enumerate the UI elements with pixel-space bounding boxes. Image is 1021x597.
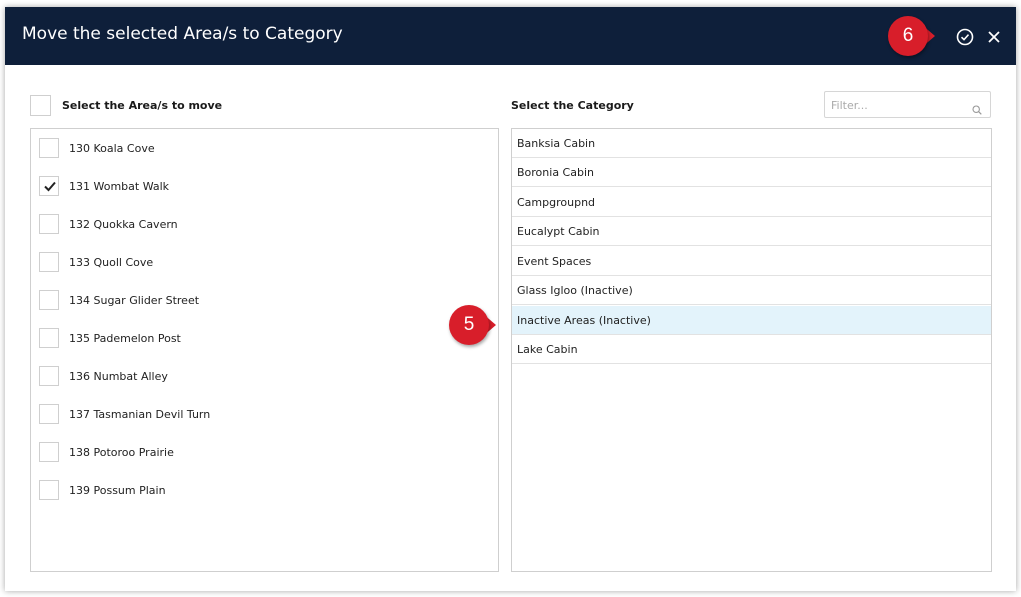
close-icon[interactable]: [984, 27, 1004, 47]
category-item[interactable]: Glass Igloo (Inactive): [512, 276, 991, 305]
search-icon: [972, 100, 982, 119]
area-label: 133 Quoll Cove: [69, 256, 154, 269]
checkmark-icon: [44, 181, 56, 192]
category-label-text: Eucalypt Cabin: [517, 225, 600, 238]
select-all-checkbox[interactable]: [30, 95, 51, 116]
area-label: 135 Pademelon Post: [69, 332, 181, 345]
area-checkbox[interactable]: [39, 290, 59, 310]
area-checkbox[interactable]: [39, 328, 59, 348]
area-label: 131 Wombat Walk: [69, 180, 170, 193]
category-label-text: Campgroupnd: [517, 196, 596, 209]
area-checkbox[interactable]: [39, 252, 59, 272]
dialog-title: Move the selected Area/s to Category: [22, 24, 343, 44]
area-checkbox[interactable]: [39, 480, 59, 500]
category-item-selected[interactable]: Inactive Areas (Inactive): [512, 306, 991, 335]
category-label-text: Banksia Cabin: [517, 137, 596, 150]
area-label: 132 Quokka Cavern: [69, 218, 178, 231]
category-label-text: Glass Igloo (Inactive): [517, 284, 633, 297]
area-checkbox[interactable]: [39, 366, 59, 386]
step-number: 6: [888, 16, 928, 56]
category-label-text: Inactive Areas (Inactive): [517, 314, 651, 327]
check-circle-icon[interactable]: [955, 27, 975, 47]
area-checkbox[interactable]: [39, 404, 59, 424]
category-label: Select the Category: [511, 99, 634, 112]
area-label: 137 Tasmanian Devil Turn: [69, 408, 211, 421]
area-label: 139 Possum Plain: [69, 484, 166, 497]
dialog-header: Move the selected Area/s to Category: [5, 7, 1016, 65]
category-label-text: Lake Cabin: [517, 343, 578, 356]
area-label: 138 Potoroo Prairie: [69, 446, 174, 459]
area-checkbox[interactable]: [39, 214, 59, 234]
category-label-text: Event Spaces: [517, 255, 592, 268]
area-label: 130 Koala Cove: [69, 142, 155, 155]
move-areas-dialog: Move the selected Area/s to Category Sel…: [5, 7, 1016, 591]
category-item[interactable]: Event Spaces: [512, 247, 991, 276]
filter-field[interactable]: [824, 91, 991, 118]
area-checkbox[interactable]: [39, 138, 59, 158]
category-item[interactable]: Boronia Cabin: [512, 158, 991, 187]
category-label-text: Boronia Cabin: [517, 166, 594, 179]
areas-label: Select the Area/s to move: [62, 99, 223, 112]
step-number: 5: [449, 305, 489, 345]
area-label: 134 Sugar Glider Street: [69, 294, 200, 307]
areas-list: 130 Koala Cove 131 Wombat Walk 132 Quokk…: [30, 128, 499, 572]
category-item[interactable]: Eucalypt Cabin: [512, 217, 991, 246]
category-list: Banksia Cabin Boronia Cabin Campgroupnd …: [511, 128, 992, 572]
area-checkbox[interactable]: [39, 442, 59, 462]
area-label: 136 Numbat Alley: [69, 370, 168, 383]
category-item[interactable]: Lake Cabin: [512, 335, 991, 364]
filter-input[interactable]: [831, 97, 961, 113]
category-item[interactable]: Banksia Cabin: [512, 129, 991, 158]
area-checkbox-checked[interactable]: [39, 176, 59, 196]
category-item[interactable]: Campgroupnd: [512, 188, 991, 217]
